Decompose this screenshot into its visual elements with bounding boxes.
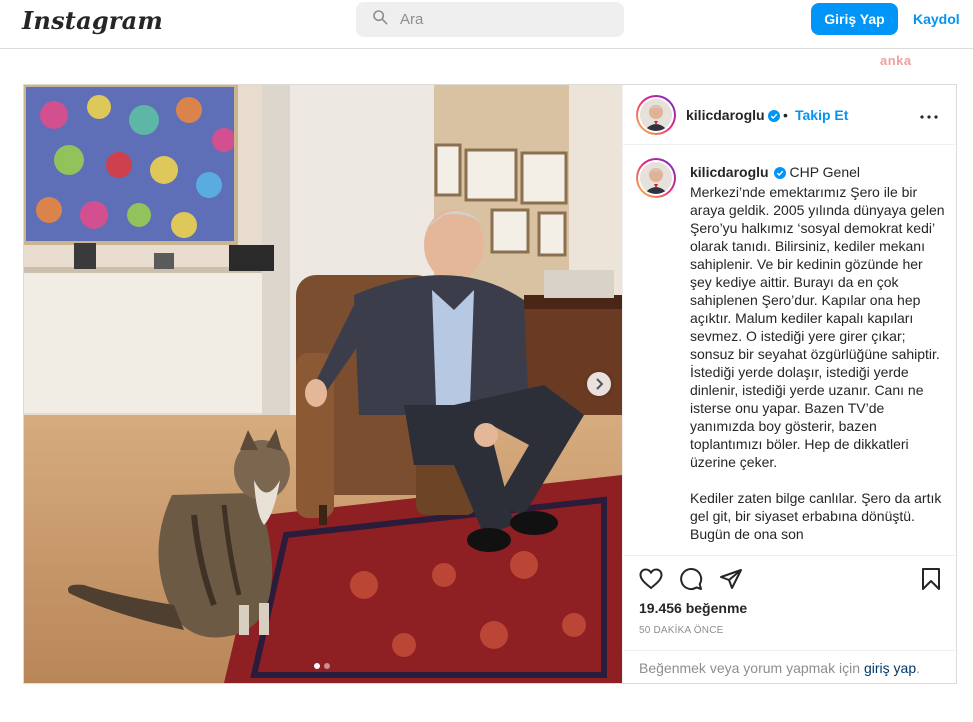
username-text[interactable]: kilicdaroglu xyxy=(686,107,765,123)
caption-avatar[interactable] xyxy=(636,158,676,198)
avatar[interactable] xyxy=(636,95,676,135)
caption-section: kilicdaroglu CHP Genel Merkezi’nde emekt… xyxy=(623,146,958,555)
caption-username[interactable]: kilicdaroglu xyxy=(690,164,769,180)
carousel-dot xyxy=(324,663,330,669)
signup-link[interactable]: Kaydol xyxy=(913,11,960,27)
carousel-next-button[interactable] xyxy=(587,372,611,396)
watermark-logo: anka xyxy=(880,53,912,68)
top-navigation-bar: Instagram Giriş Yap Kaydol xyxy=(0,0,973,49)
login-prompt-text: Beğenmek veya yorum yapmak için xyxy=(639,659,860,676)
post-caption: kilicdaroglu CHP Genel Merkezi’nde emekt… xyxy=(690,163,945,543)
comment-icon xyxy=(679,567,703,596)
post-sidebar: kilicdaroglu • Takip Et kilicdaroglu CHP… xyxy=(622,85,958,683)
post-header: kilicdaroglu • Takip Et xyxy=(623,85,958,145)
bookmark-icon xyxy=(921,567,941,596)
heart-icon xyxy=(639,567,663,595)
post-actions: 19.456 beğenme 50 DAKİKA ÖNCE Beğenmek v… xyxy=(623,555,958,683)
instagram-logo[interactable]: Instagram xyxy=(22,6,163,35)
chevron-right-icon xyxy=(594,378,604,390)
login-button[interactable]: Giriş Yap xyxy=(811,3,898,35)
carousel-indicator xyxy=(314,663,330,669)
login-link[interactable]: giriş yap xyxy=(864,660,916,676)
caption-text: CHP Genel Merkezi’nde emektarımız Şero i… xyxy=(690,164,945,542)
login-prompt: Beğenmek veya yorum yapmak için giriş ya… xyxy=(623,650,958,684)
share-button[interactable] xyxy=(718,568,744,594)
search-icon xyxy=(372,9,388,30)
post-image[interactable] xyxy=(24,85,622,683)
comment-button[interactable] xyxy=(678,567,704,596)
search-box[interactable] xyxy=(356,2,624,37)
search-input[interactable] xyxy=(400,11,600,28)
share-icon xyxy=(719,567,743,596)
verified-badge-icon xyxy=(767,109,780,125)
more-options-button[interactable] xyxy=(917,105,941,125)
login-prompt-suffix: . xyxy=(916,659,921,676)
likes-count[interactable]: 19.456 beğenme xyxy=(639,600,747,616)
more-options-icon xyxy=(920,106,938,124)
post-timestamp[interactable]: 50 DAKİKA ÖNCE xyxy=(639,625,724,636)
verified-badge-icon xyxy=(773,165,786,183)
like-button[interactable] xyxy=(638,567,664,595)
separator-bullet: • xyxy=(783,107,788,123)
username[interactable]: kilicdaroglu xyxy=(686,107,780,125)
carousel-dot-active xyxy=(314,663,320,669)
save-button[interactable] xyxy=(918,567,944,596)
post-container: kilicdaroglu • Takip Et kilicdaroglu CHP… xyxy=(23,84,958,684)
follow-button[interactable]: Takip Et xyxy=(795,107,848,123)
